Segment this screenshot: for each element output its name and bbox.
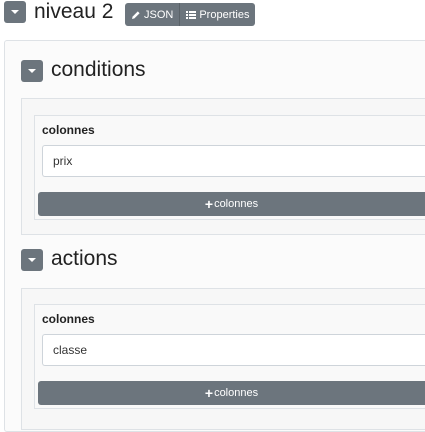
section-title-conditions: conditions bbox=[51, 58, 146, 81]
add-colonnes-button[interactable]: + colonnes bbox=[38, 192, 425, 216]
pencil-icon bbox=[132, 10, 140, 19]
properties-button-label: Properties bbox=[199, 8, 250, 21]
colonnes-label: colonnes bbox=[42, 123, 95, 137]
editor-mode-toolbar: JSON Properties bbox=[125, 3, 256, 26]
add-colonnes-label: colonnes bbox=[214, 198, 259, 210]
json-button-label: JSON bbox=[144, 8, 174, 21]
chevron-down-icon bbox=[11, 10, 19, 14]
colonnes-label: colonnes bbox=[42, 312, 95, 326]
properties-button[interactable]: Properties bbox=[179, 3, 255, 26]
plus-icon: + bbox=[204, 196, 214, 212]
chevron-down-icon bbox=[28, 258, 36, 262]
colonnes-input-classe[interactable]: classe bbox=[42, 334, 425, 366]
section-title-actions: actions bbox=[51, 247, 118, 270]
collapse-niveau-2-button[interactable] bbox=[4, 1, 26, 23]
collapse-conditions-button[interactable] bbox=[21, 60, 43, 82]
collapse-actions-button[interactable] bbox=[21, 249, 43, 271]
list-icon bbox=[186, 10, 197, 19]
add-colonnes-label: colonnes bbox=[214, 387, 259, 399]
chevron-down-icon bbox=[28, 69, 36, 73]
add-colonnes-button[interactable]: + colonnes bbox=[38, 381, 425, 405]
colonnes-input-prix[interactable]: prix bbox=[42, 145, 425, 177]
plus-icon: + bbox=[204, 385, 214, 401]
json-button[interactable]: JSON bbox=[125, 3, 179, 26]
page-title: niveau 2 bbox=[34, 0, 114, 23]
